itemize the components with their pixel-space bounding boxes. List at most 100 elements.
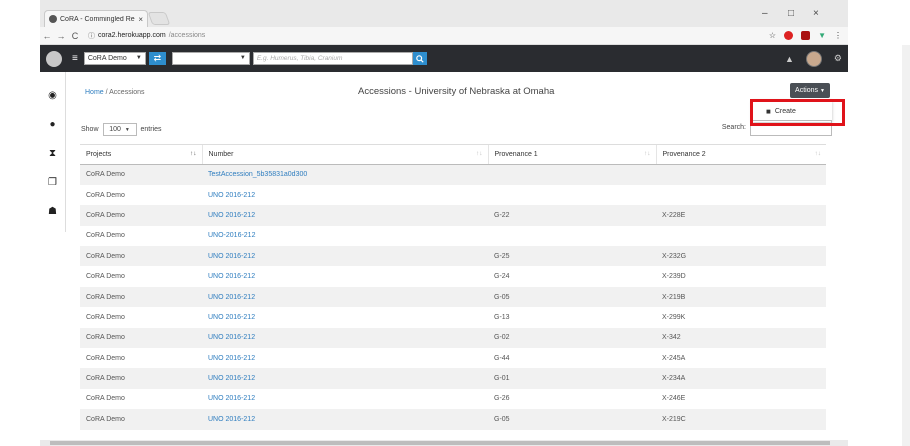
actions-label: Actions: [795, 87, 818, 94]
search-button[interactable]: [412, 52, 427, 65]
caret-down-icon: ▼: [239, 55, 246, 61]
adblock-icon[interactable]: [784, 31, 794, 40]
page-title: Accessions - University of Nebraska at O…: [358, 86, 555, 97]
table-row: CoRA Demo UNO 2016-212 G-02 X-342: [80, 327, 826, 349]
column-header-number[interactable]: Number ↑↓: [201, 144, 488, 165]
dashboard-icon[interactable]: ◉: [48, 90, 57, 101]
cell-provenance-2: X-239D: [662, 273, 686, 281]
accession-link[interactable]: UNO 2016-212: [208, 273, 255, 280]
caret-down-icon: ▼: [820, 87, 825, 94]
hourglass-icon[interactable]: ⧗: [49, 148, 56, 159]
cell-provenance-1: G-26: [494, 395, 510, 403]
star-icon[interactable]: ☆: [769, 31, 776, 40]
cell-number: UNO 2016-212: [202, 246, 488, 267]
browser-tab[interactable]: CoRA - Commingled Re... ×: [44, 10, 148, 27]
gear-icon[interactable]: ⚙: [834, 53, 842, 64]
cell-project: CoRA Demo: [80, 327, 202, 349]
accession-link[interactable]: UNO 2016-212: [208, 416, 255, 423]
column-header-projects[interactable]: Projects ↑↓: [80, 144, 202, 165]
table-row: CoRA Demo UNO 2016-212 G-44 X-245A: [80, 348, 826, 368]
accession-link[interactable]: TestAccession_5b35831a0d300: [208, 171, 307, 178]
accession-link[interactable]: UNO-2016-212: [208, 232, 255, 239]
skull-favicon-icon: [49, 15, 57, 23]
cell-number: UNO 2016-212: [202, 409, 488, 430]
avatar[interactable]: [805, 50, 822, 67]
swap-button[interactable]: ⇄: [148, 52, 166, 65]
copy-icon[interactable]: ❐: [48, 177, 57, 188]
cell-provenance-1: G-01: [488, 368, 656, 389]
skull-logo-icon[interactable]: [46, 50, 62, 67]
actions-button[interactable]: Actions ▼: [790, 83, 830, 98]
accession-link[interactable]: UNO 2016-212: [208, 294, 255, 301]
accession-link[interactable]: UNO 2016-212: [208, 212, 255, 219]
accession-link[interactable]: UNO 2016-212: [208, 375, 255, 382]
project-select-value: CoRA Demo: [87, 55, 127, 62]
minimize-button[interactable]: –: [762, 8, 768, 19]
cell-provenance-2: X-246E: [662, 395, 686, 403]
skull-icon[interactable]: ●: [49, 119, 55, 130]
entries-select[interactable]: 100 ▼: [102, 123, 137, 136]
cell-provenance-1: G-05: [488, 286, 656, 308]
new-tab-button[interactable]: [147, 12, 171, 25]
cell-project: CoRA Demo: [86, 313, 125, 321]
address-bar: ← → C ⓘ cora2.herokuapp.com/accessions ☆…: [40, 27, 848, 45]
project-select[interactable]: CoRA Demo ▼: [83, 52, 146, 65]
cell-provenance-2: X-245A: [662, 354, 686, 362]
header-label: Number: [208, 151, 234, 158]
header-label: Projects: [86, 151, 112, 158]
cell-project: CoRA Demo: [80, 164, 202, 185]
cell-provenance-1: G-22: [488, 205, 656, 226]
search-input[interactable]: E.g. Humerus, Tibia, Cranium: [252, 52, 413, 65]
vue-icon[interactable]: ▼: [818, 31, 826, 40]
breadcrumb-home[interactable]: Home: [85, 89, 104, 96]
pdf-icon[interactable]: [801, 31, 811, 40]
cell-number: UNO 2016-212: [202, 389, 488, 409]
sort-icon: ↑↓: [814, 150, 822, 157]
cell-provenance-2: [656, 185, 826, 205]
maximize-button[interactable]: □: [788, 8, 794, 19]
bell-icon[interactable]: ▲: [785, 54, 794, 64]
sort-icon: ↑↓: [644, 150, 651, 157]
users-icon[interactable]: ☗: [48, 206, 57, 217]
header-label: Provenance 1: [494, 151, 538, 158]
breadcrumb: Home / Accessions: [85, 89, 145, 96]
accession-link[interactable]: UNO 2016-212: [208, 314, 255, 321]
accession-link[interactable]: UNO 2016-212: [208, 395, 255, 402]
close-window-button[interactable]: ×: [813, 8, 819, 19]
table-row: CoRA Demo UNO 2016-212 G-05 X-219C: [80, 409, 826, 430]
length-control: Show 100 ▼ entries: [81, 123, 162, 136]
cell-project: CoRA Demo: [80, 246, 202, 267]
accession-link[interactable]: UNO 2016-212: [208, 355, 255, 362]
show-label: Show: [81, 126, 99, 133]
search-label: Search:: [721, 124, 746, 131]
accession-link[interactable]: UNO 2016-212: [208, 192, 255, 199]
column-header-provenance-1[interactable]: Provenance 1 ↑↓: [487, 144, 656, 165]
table-header-row: Projects ↑↓ Number ↑↓ Provenance 1 ↑↓ Prove…: [80, 144, 826, 165]
scrollbar-thumb[interactable]: [50, 441, 830, 445]
horizontal-scrollbar[interactable]: [40, 440, 848, 446]
menu-dots-icon[interactable]: ⋮: [834, 31, 842, 40]
cell-number: UNO-2016-212: [202, 226, 488, 246]
reload-icon[interactable]: C: [68, 31, 82, 41]
cell-provenance-1: [488, 164, 656, 185]
search-type-select[interactable]: ▼: [171, 52, 250, 65]
forward-icon[interactable]: →: [54, 31, 68, 41]
column-header-provenance-2[interactable]: Provenance 2 ↑↓: [655, 144, 826, 165]
vertical-scrollbar[interactable]: [902, 45, 910, 446]
url-field[interactable]: ⓘ cora2.herokuapp.com/accessions: [88, 31, 205, 41]
cell-project: CoRA Demo: [86, 354, 125, 362]
cell-project: CoRA Demo: [86, 395, 125, 403]
cell-project: CoRA Demo: [86, 191, 125, 199]
tab-close-icon[interactable]: ×: [138, 15, 143, 24]
accession-link[interactable]: UNO 2016-212: [208, 334, 255, 341]
header-label: Provenance 2: [662, 151, 706, 158]
table-row: CoRA Demo UNO 2016-212 G-05 X-219B: [80, 286, 826, 308]
cell-number: UNO 2016-212: [202, 368, 488, 389]
hamburger-icon[interactable]: ≡: [72, 53, 78, 64]
table-row: CoRA Demo UNO 2016-212: [80, 185, 826, 205]
cell-provenance-2: X-219C: [656, 409, 826, 430]
back-icon[interactable]: ←: [40, 31, 54, 41]
cell-project: CoRA Demo: [86, 273, 125, 281]
breadcrumb-current: Accessions: [109, 89, 145, 96]
accession-link[interactable]: UNO 2016-212: [208, 253, 255, 260]
